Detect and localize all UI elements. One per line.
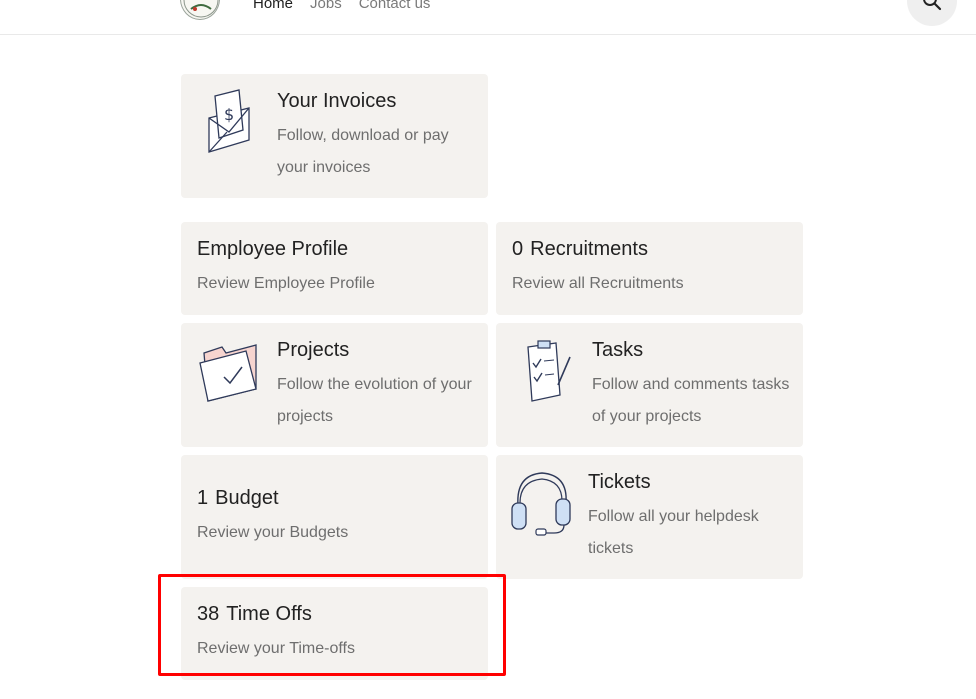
card-title-text: Recruitments bbox=[530, 238, 648, 260]
search-button[interactable] bbox=[907, 0, 957, 26]
card-title: Projects bbox=[277, 339, 350, 361]
folder-check-icon bbox=[199, 344, 257, 402]
card-description: Follow and comments tasks of your projec… bbox=[592, 376, 790, 425]
card-title: 0 Recruitments bbox=[512, 238, 648, 261]
card-tickets[interactable]: Tickets Follow all your helpdesk tickets bbox=[496, 455, 803, 579]
card-tasks[interactable]: Tasks Follow and comments tasks of your … bbox=[496, 323, 803, 447]
invoice-envelope-icon: $ bbox=[208, 89, 250, 153]
card-description: Review your Time-offs bbox=[197, 640, 355, 657]
budget-count: 1 bbox=[197, 487, 209, 509]
card-title: 1 Budget bbox=[197, 487, 279, 510]
card-employee-profile[interactable]: Employee Profile Review Employee Profile bbox=[181, 222, 488, 315]
headset-icon bbox=[511, 472, 571, 536]
card-description: Follow, download or pay your invoices bbox=[277, 127, 449, 176]
card-title-text: Budget bbox=[215, 487, 279, 509]
nav-link-home[interactable]: Home bbox=[253, 0, 293, 12]
card-description: Review your Budgets bbox=[197, 524, 349, 541]
card-title-text: Time Offs bbox=[226, 603, 312, 625]
card-title: Employee Profile bbox=[197, 238, 349, 260]
card-budget[interactable]: 1 Budget Review your Budgets bbox=[181, 455, 488, 579]
top-navbar: Home Jobs Contact us bbox=[0, 0, 976, 35]
company-logo[interactable] bbox=[180, 0, 220, 20]
recruitments-count: 0 bbox=[512, 238, 524, 260]
search-icon bbox=[922, 0, 942, 16]
card-title: Tasks bbox=[592, 339, 644, 361]
card-invoices[interactable]: $ Your Invoices Follow, download or pay … bbox=[181, 74, 488, 198]
clipboard-checklist-icon bbox=[527, 340, 571, 402]
card-title: Your Invoices bbox=[277, 90, 397, 112]
card-projects[interactable]: Projects Follow the evolution of your pr… bbox=[181, 323, 488, 447]
card-recruitments[interactable]: 0 Recruitments Review all Recruitments bbox=[496, 222, 803, 315]
card-description: Review all Recruitments bbox=[512, 275, 684, 292]
card-description: Follow the evolution of your projects bbox=[277, 376, 472, 425]
time-offs-count: 38 bbox=[197, 603, 220, 625]
nav-link-jobs[interactable]: Jobs bbox=[310, 0, 342, 12]
nav-links: Home Jobs Contact us bbox=[253, 0, 430, 12]
card-title: Tickets bbox=[588, 471, 651, 493]
nav-link-contact-us[interactable]: Contact us bbox=[359, 0, 431, 12]
card-description: Review Employee Profile bbox=[197, 275, 375, 292]
card-title: 38 Time Offs bbox=[197, 603, 312, 626]
card-description: Follow all your helpdesk tickets bbox=[588, 508, 759, 557]
svg-text:$: $ bbox=[224, 105, 234, 124]
card-time-offs[interactable]: 38 Time Offs Review your Time-offs bbox=[181, 587, 488, 680]
